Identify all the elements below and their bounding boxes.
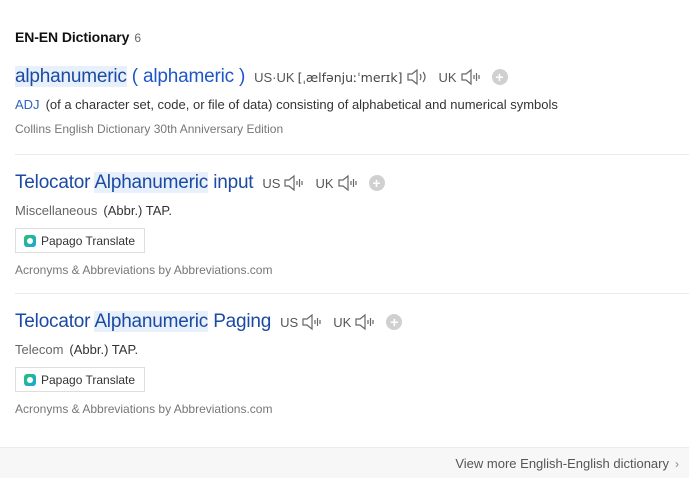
dictionary-section: EN-EN Dictionary 6 alphanumeric ( alpham… xyxy=(0,0,689,478)
source-text: Acronyms & Abbreviations by Abbreviation… xyxy=(15,402,273,416)
papago-translate-button[interactable]: Papago Translate xyxy=(15,228,146,253)
entry-headline: alphanumeric ( alphameric ) US·UK [ˌælfə… xyxy=(15,64,689,90)
uk-label: UK xyxy=(333,314,352,330)
section-title: EN-EN Dictionary xyxy=(15,29,130,45)
definition-line: Telecom (Abbr.) TAP. xyxy=(15,342,689,357)
speaker-icon[interactable] xyxy=(460,68,483,86)
us-label: US xyxy=(262,175,281,191)
papago-label: Papago Translate xyxy=(41,372,136,387)
word-prefix: Telocator xyxy=(15,311,95,332)
word-rest: input xyxy=(208,172,254,193)
word-highlight: Alphanumeric xyxy=(94,311,209,332)
definition-text: (Abbr.) TAP. xyxy=(103,203,173,218)
chevron-right-icon: › xyxy=(675,456,679,471)
entry-headline: Telocator Alphanumeric input US UK + xyxy=(15,170,689,196)
word-highlight: Alphanumeric xyxy=(94,172,209,193)
word-rest: ( alphameric ) xyxy=(126,66,246,87)
entry-headline: Telocator Alphanumeric Paging US UK + xyxy=(15,309,689,335)
ipa-text: [ˌælfənjuːˈmerɪk] xyxy=(297,69,403,85)
source-text: Collins English Dictionary 30th Annivers… xyxy=(15,122,284,136)
add-wordbook-icon[interactable]: + xyxy=(386,314,403,330)
entry-word-link[interactable]: alphanumeric ( alphameric ) xyxy=(15,66,245,88)
part-of-speech: ADJ xyxy=(15,97,40,112)
dictionary-entry: Telocator Alphanumeric Paging US UK + Te… xyxy=(15,309,689,433)
pron-label: US·UK xyxy=(254,69,295,85)
pronunciation-group: US UK + xyxy=(262,174,385,192)
speaker-icon[interactable] xyxy=(354,313,377,331)
papago-icon xyxy=(24,234,36,247)
entry-word-link[interactable]: Telocator Alphanumeric input xyxy=(15,172,254,194)
papago-icon xyxy=(24,373,36,386)
speaker-icon[interactable] xyxy=(283,174,306,192)
dictionary-entry: Telocator Alphanumeric input US UK + Mis… xyxy=(15,170,689,294)
dictionary-entry: alphanumeric ( alphameric ) US·UK [ˌælfə… xyxy=(15,64,689,155)
section-header: EN-EN Dictionary 6 xyxy=(15,29,141,45)
definition-line: ADJ (of a character set, code, or file o… xyxy=(15,97,689,112)
definition-text: (of a character set, code, or file of da… xyxy=(45,97,558,112)
footer-bar: View more English-English dictionary › xyxy=(0,447,689,478)
result-count: 6 xyxy=(134,31,141,45)
add-wordbook-icon[interactable]: + xyxy=(368,175,385,191)
entry-word-link[interactable]: Telocator Alphanumeric Paging xyxy=(15,311,271,333)
pronunciation-group: US·UK [ˌælfənjuːˈmerɪk] UK + xyxy=(254,68,508,86)
view-more-link[interactable]: View more English-English dictionary › xyxy=(455,456,679,471)
view-more-label: View more English-English dictionary xyxy=(455,456,669,471)
uk-label: UK xyxy=(438,69,457,85)
us-label: US xyxy=(280,314,299,330)
add-wordbook-icon[interactable]: + xyxy=(491,69,508,85)
speaker-icon[interactable] xyxy=(337,174,360,192)
source-text: Acronyms & Abbreviations by Abbreviation… xyxy=(15,263,273,277)
papago-translate-button[interactable]: Papago Translate xyxy=(15,367,146,392)
category-label: Telecom xyxy=(15,342,64,357)
papago-label: Papago Translate xyxy=(41,233,136,248)
speaker-icon[interactable] xyxy=(406,68,429,86)
speaker-icon[interactable] xyxy=(301,313,324,331)
uk-label: UK xyxy=(315,175,334,191)
pronunciation-group: US UK + xyxy=(280,313,403,331)
word-rest: Paging xyxy=(208,311,272,332)
definition-text: (Abbr.) TAP. xyxy=(69,342,139,357)
word-highlight: alphanumeric xyxy=(15,66,127,87)
word-prefix: Telocator xyxy=(15,172,95,193)
category-label: Miscellaneous xyxy=(15,203,98,218)
definition-line: Miscellaneous (Abbr.) TAP. xyxy=(15,203,689,218)
